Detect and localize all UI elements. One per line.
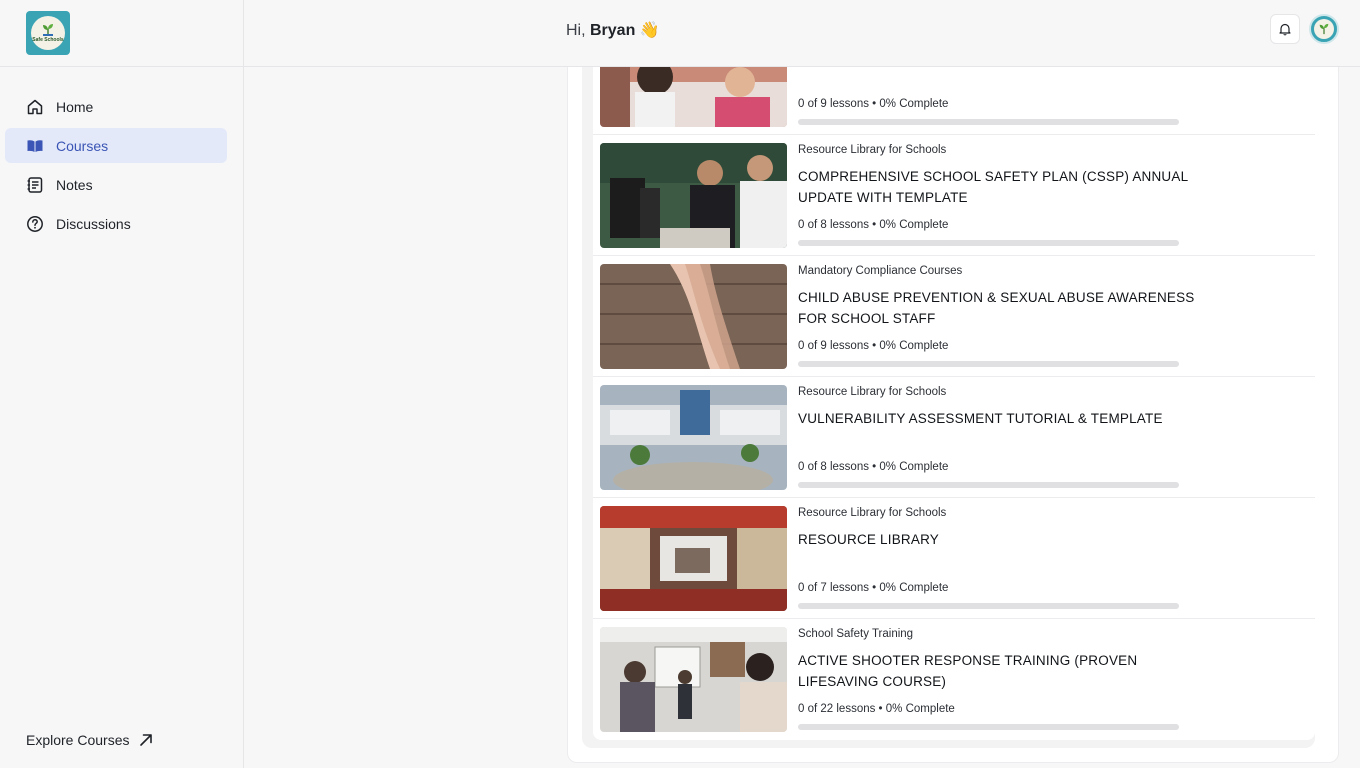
sprout-icon <box>1319 23 1329 35</box>
course-thumbnail <box>600 506 787 611</box>
sidebar-item-discussions[interactable]: Discussions <box>5 206 227 241</box>
course-card[interactable]: Mandatory Compliance Courses CHILD ABUSE… <box>593 256 1315 377</box>
courses-panel: 0 of 9 lessons • 0% Complete Resource Li… <box>567 67 1339 763</box>
course-thumbnail <box>600 627 787 732</box>
course-title: COMPREHENSIVE SCHOOL SAFETY PLAN (CSSP) … <box>798 169 1188 205</box>
bell-icon <box>1279 23 1291 36</box>
course-thumbnail <box>600 67 787 127</box>
course-progress-bar <box>798 724 1179 730</box>
course-progress-bar <box>798 482 1179 488</box>
logo-text: Safe Schools <box>32 37 64 43</box>
book-icon <box>27 139 43 152</box>
notes-icon <box>27 176 43 193</box>
sidebar-item-label: Courses <box>56 137 109 154</box>
course-progress-text: 0 of 8 lessons • 0% Complete <box>798 461 949 473</box>
greeting-prefix: Hi, <box>566 22 590 39</box>
user-name: Bryan <box>590 22 636 39</box>
course-card[interactable]: School Safety Training ACTIVE SHOOTER RE… <box>593 619 1315 740</box>
course-category: Resource Library for Schools <box>798 386 947 398</box>
course-list[interactable]: 0 of 9 lessons • 0% Complete Resource Li… <box>593 67 1315 740</box>
course-category: School Safety Training <box>798 628 914 640</box>
course-card[interactable]: Resource Library for Schools COMPREHENSI… <box>593 135 1315 256</box>
course-progress-text: 0 of 9 lessons • 0% Complete <box>798 98 949 110</box>
question-icon <box>27 215 43 232</box>
course-progress-bar <box>798 361 1179 367</box>
logo-row: Safe Schools <box>0 0 243 67</box>
sidebar-item-label: Notes <box>56 176 93 193</box>
course-card[interactable]: Resource Library for Schools RESOURCE LI… <box>593 498 1315 619</box>
course-title: ACTIVE SHOOTER RESPONSE TRAINING (PROVEN… <box>798 653 1138 689</box>
greeting: Hi, Bryan 👋 <box>566 20 660 40</box>
course-progress-bar <box>798 119 1179 125</box>
sidebar-item-courses[interactable]: Courses <box>5 128 227 163</box>
course-title: VULNERABILITY ASSESSMENT TUTORIAL & TEMP… <box>798 411 1163 426</box>
sidebar-item-label: Discussions <box>56 215 131 232</box>
sidebar: Safe Schools Home Courses Notes Discussi… <box>0 0 244 768</box>
school-logo[interactable]: Safe Schools <box>26 11 70 55</box>
explore-courses-link[interactable]: Explore Courses <box>26 732 153 748</box>
course-progress-bar <box>798 240 1179 246</box>
course-thumbnail <box>600 264 787 369</box>
course-title: CHILD ABUSE PREVENTION & SEXUAL ABUSE AW… <box>798 290 1195 326</box>
course-category: Resource Library for Schools <box>798 507 947 519</box>
course-category: Resource Library for Schools <box>798 144 947 156</box>
course-category: Mandatory Compliance Courses <box>798 265 963 277</box>
course-card[interactable]: 0 of 9 lessons • 0% Complete <box>593 67 1315 135</box>
notifications-button[interactable] <box>1270 14 1300 44</box>
course-progress-text: 0 of 22 lessons • 0% Complete <box>798 703 955 715</box>
home-icon <box>27 99 43 114</box>
sidebar-item-home[interactable]: Home <box>5 89 227 124</box>
course-progress-text: 0 of 7 lessons • 0% Complete <box>798 582 949 594</box>
avatar[interactable] <box>1309 14 1339 44</box>
course-thumbnail <box>600 143 787 248</box>
wave-emoji: 👋 <box>639 22 660 39</box>
course-progress-text: 0 of 8 lessons • 0% Complete <box>798 219 949 231</box>
course-progress-bar <box>798 603 1179 609</box>
course-thumbnail <box>600 385 787 490</box>
sidebar-item-label: Home <box>56 98 94 115</box>
top-header: Hi, Bryan 👋 <box>244 0 1360 67</box>
explore-courses-label: Explore Courses <box>26 732 130 748</box>
course-title: RESOURCE LIBRARY <box>798 532 939 547</box>
course-progress-text: 0 of 9 lessons • 0% Complete <box>798 340 949 352</box>
sidebar-item-notes[interactable]: Notes <box>5 167 227 202</box>
sidebar-nav: Home Courses Notes Discussions <box>0 89 243 241</box>
external-arrow-icon <box>139 734 152 746</box>
course-card[interactable]: Resource Library for Schools VULNERABILI… <box>593 377 1315 498</box>
sprout-icon <box>43 24 53 36</box>
